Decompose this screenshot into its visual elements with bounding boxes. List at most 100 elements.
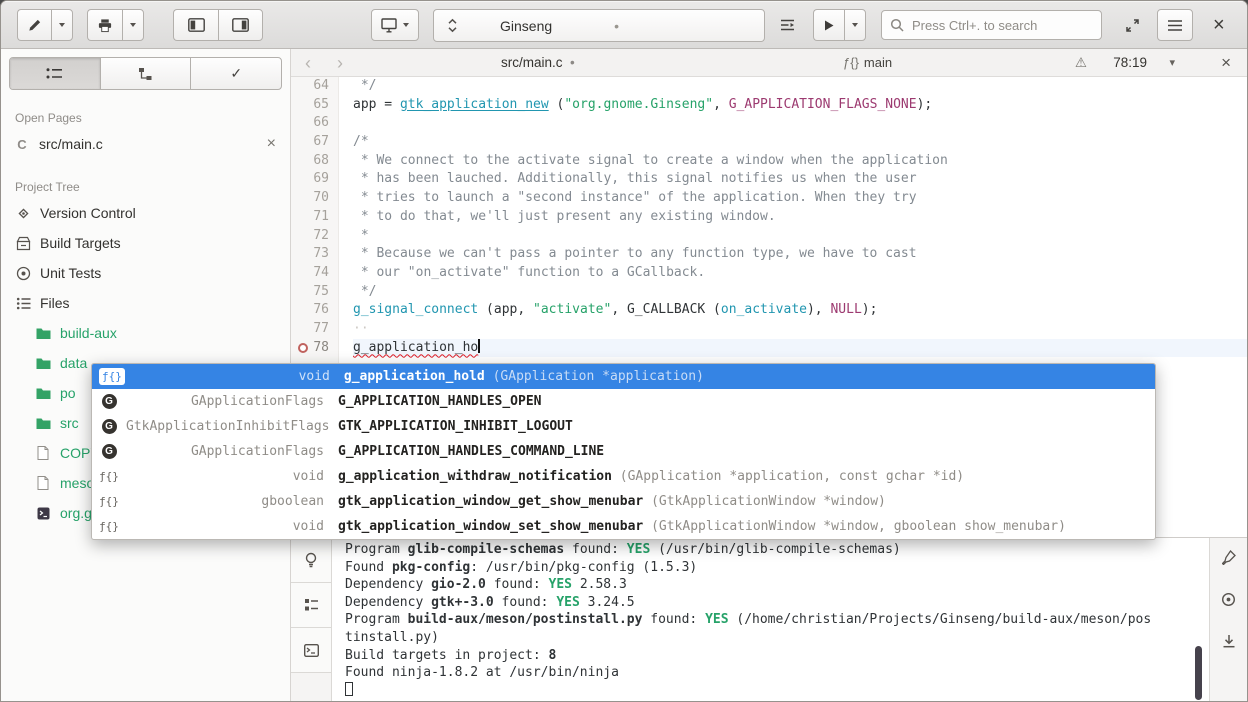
- chevron-down-icon: [59, 23, 65, 27]
- download-icon: [1222, 634, 1236, 649]
- line-number[interactable]: 66: [291, 114, 338, 133]
- chevron-down-icon[interactable]: ▾: [1169, 49, 1175, 77]
- completion-parameters: (GApplication *application, const gchar …: [612, 469, 964, 484]
- open-page-row[interactable]: C src/main.c ×: [1, 129, 290, 159]
- line-number[interactable]: 78: [291, 339, 338, 358]
- code-line: * Because we can't pass a pointer to any…: [353, 245, 1247, 264]
- tree-item-label: Build Targets: [40, 235, 121, 251]
- history-forward-icon[interactable]: ›: [337, 49, 343, 77]
- line-number[interactable]: 64: [291, 77, 338, 96]
- line-number[interactable]: 72: [291, 227, 338, 246]
- completion-return-type: gboolean: [126, 494, 338, 509]
- line-number[interactable]: 68: [291, 152, 338, 171]
- current-symbol[interactable]: ƒ{}main: [843, 49, 892, 77]
- downloads-button[interactable]: [1222, 634, 1236, 652]
- build-pipeline-icon: [779, 18, 796, 32]
- chevron-down-icon: [852, 23, 858, 27]
- tree-item-build-aux[interactable]: build-aux: [1, 318, 290, 348]
- completion-symbol-name: GTK_APPLICATION_INHIBIT_LOGOUT: [338, 419, 573, 434]
- chevron-down-icon: [403, 23, 409, 27]
- build-log-panel-button[interactable]: [291, 583, 331, 628]
- warning-icon[interactable]: ⚠: [1075, 49, 1087, 77]
- edit-button[interactable]: [17, 9, 51, 41]
- tree-item-version-control[interactable]: Version Control: [1, 198, 290, 228]
- line-number[interactable]: 65: [291, 96, 338, 115]
- completion-row[interactable]: ƒ{}voidg_application_withdraw_notificati…: [92, 464, 1155, 489]
- sidebar-tab-open-pages[interactable]: [10, 58, 101, 89]
- panel-toggles: [173, 9, 263, 41]
- line-number[interactable]: 70: [291, 189, 338, 208]
- completion-parameters: (GtkApplicationWindow *window, gboolean …: [643, 519, 1066, 534]
- current-symbol-name: main: [864, 55, 892, 70]
- function-icon: ƒ{}: [99, 470, 119, 483]
- completion-row[interactable]: ƒ{}voidgtk_application_window_set_show_m…: [92, 514, 1155, 539]
- tree-item-build-targets[interactable]: Build Targets: [1, 228, 290, 258]
- run-split: [813, 9, 866, 41]
- completion-row[interactable]: GGApplicationFlagsG_APPLICATION_HANDLES_…: [92, 389, 1155, 414]
- gnome-builder-window: Ginseng • × ✓ Open Pages C src/main.c × …: [0, 0, 1248, 702]
- fullscreen-icon: [1125, 18, 1140, 33]
- version-control-icon: [15, 206, 31, 221]
- terminal-panel-button[interactable]: [291, 628, 331, 673]
- completion-row[interactable]: GGtkApplicationInhibitFlagsGTK_APPLICATI…: [92, 414, 1155, 439]
- code-line: ··: [353, 320, 1247, 339]
- print-button[interactable]: [87, 9, 122, 41]
- sidebar-tab-project-tree[interactable]: [101, 58, 192, 89]
- line-number[interactable]: 73: [291, 245, 338, 264]
- document-title[interactable]: src/main.c •: [501, 49, 575, 77]
- line-number[interactable]: 76: [291, 301, 338, 320]
- clean-button[interactable]: [1222, 550, 1236, 568]
- terminal-icon: [304, 644, 319, 657]
- debug-target-button[interactable]: [1221, 592, 1236, 610]
- run-options-button[interactable]: [844, 9, 866, 41]
- chevron-down-icon: [130, 23, 136, 27]
- line-number[interactable]: 69: [291, 170, 338, 189]
- build-output-line: Dependency gio-2.0 found: YES 2.58.3: [345, 576, 1199, 594]
- build-output-line: [345, 682, 1199, 700]
- line-number[interactable]: 75: [291, 283, 338, 302]
- search-input[interactable]: [912, 18, 1093, 33]
- line-number[interactable]: 77: [291, 320, 338, 339]
- completion-symbol-name: gtk_application_window_get_show_menubar: [338, 494, 643, 509]
- completion-popup: ƒ{}voidg_application_hold (GApplication …: [91, 363, 1156, 540]
- build-output-line: tinstall.py): [345, 629, 1199, 647]
- omnibar-project-button[interactable]: Ginseng •: [433, 9, 765, 42]
- tree-item-unit-tests[interactable]: Unit Tests: [1, 258, 290, 288]
- toggle-left-panel-button[interactable]: [173, 9, 218, 41]
- global-search: [881, 10, 1102, 40]
- line-number[interactable]: 71: [291, 208, 338, 227]
- fullscreen-button[interactable]: [1119, 9, 1146, 41]
- run-button[interactable]: [813, 9, 844, 41]
- line-number[interactable]: 74: [291, 264, 338, 283]
- unit-tests-icon: [15, 266, 31, 281]
- print-dropdown-button[interactable]: [122, 9, 144, 41]
- build-log-icon: [304, 598, 319, 612]
- close-page-icon[interactable]: ×: [267, 135, 276, 153]
- completion-row[interactable]: GGApplicationFlagsG_APPLICATION_HANDLES_…: [92, 439, 1155, 464]
- device-selector-button[interactable]: [371, 9, 419, 41]
- sidebar-tab-todo[interactable]: ✓: [191, 58, 281, 89]
- toggle-right-panel-button[interactable]: [218, 9, 263, 41]
- completion-symbol-name: gtk_application_window_set_show_menubar: [338, 519, 643, 534]
- omnibar-updown-icon: [447, 18, 458, 33]
- close-document-icon[interactable]: ×: [1221, 49, 1231, 77]
- window-close-button[interactable]: ×: [1207, 9, 1231, 41]
- folder-icon: [35, 387, 51, 400]
- build-targets-icon: [15, 236, 31, 251]
- build-output[interactable]: Program glib-compile-schemas found: YES …: [333, 541, 1199, 701]
- completion-row[interactable]: ƒ{}voidg_application_hold (GApplication …: [92, 364, 1155, 389]
- completion-symbol-name: g_application_hold: [344, 369, 485, 384]
- output-scrollbar[interactable]: [1195, 646, 1202, 700]
- tree-item-files[interactable]: Files: [1, 288, 290, 318]
- messages-panel-button[interactable]: [291, 538, 331, 583]
- line-number[interactable]: 67: [291, 133, 338, 152]
- completion-row[interactable]: ƒ{}gbooleangtk_application_window_get_sh…: [92, 489, 1155, 514]
- terminal-cursor: [345, 682, 353, 696]
- menu-button[interactable]: [1157, 9, 1193, 41]
- monitor-icon: [381, 18, 397, 33]
- brush-icon: [1222, 550, 1236, 565]
- history-back-icon[interactable]: ‹: [305, 49, 311, 77]
- modified-dot: •: [614, 18, 619, 34]
- edit-dropdown-button[interactable]: [51, 9, 73, 41]
- build-pipeline-button[interactable]: [773, 9, 802, 41]
